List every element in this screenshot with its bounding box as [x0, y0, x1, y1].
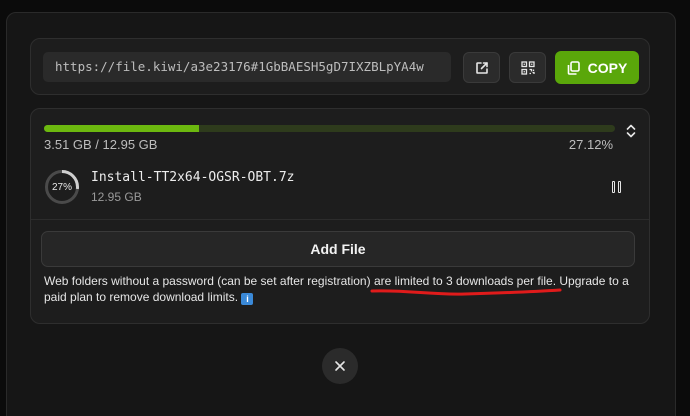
pause-button[interactable] [608, 179, 624, 195]
file-name: Install-TT2x64-OGSR-OBT.7z [91, 170, 295, 185]
copy-button-label: COPY [587, 59, 628, 76]
copy-button[interactable]: COPY [555, 51, 639, 84]
chevron-up-down-icon [626, 124, 636, 138]
red-underline-annotation [370, 288, 562, 296]
share-link-box: https://file.kiwi/a3e23176#1GbBAESH5gD7I… [30, 38, 650, 95]
close-icon [335, 361, 345, 371]
qr-code-icon [520, 60, 535, 75]
overall-progress-bar [44, 125, 615, 132]
external-link-icon [475, 61, 488, 74]
share-url-field[interactable]: https://file.kiwi/a3e23176#1GbBAESH5gD7I… [43, 52, 451, 82]
overall-progress-fill [44, 125, 199, 132]
copy-icon [567, 60, 580, 75]
notice-text-start: Web folders without a password (can be s… [44, 274, 374, 288]
file-row: 27% Install-TT2x64-OGSR-OBT.7z 12.95 GB [44, 169, 638, 211]
info-icon[interactable]: i [241, 293, 254, 305]
pause-icon [611, 181, 615, 193]
close-button[interactable] [322, 348, 358, 384]
file-size: 12.95 GB [91, 190, 142, 204]
open-link-button[interactable] [463, 52, 500, 83]
upload-percent-text: 27.12% [568, 137, 613, 152]
expand-collapse-button[interactable] [623, 122, 639, 140]
file-progress-label: 27% [51, 181, 72, 193]
pause-icon-bar [617, 181, 621, 193]
divider [31, 219, 649, 220]
qr-code-button[interactable] [509, 52, 546, 83]
add-file-button[interactable]: Add File [41, 231, 635, 267]
uploaded-size-text: 3.51 GB / 12.95 GB [44, 137, 158, 152]
